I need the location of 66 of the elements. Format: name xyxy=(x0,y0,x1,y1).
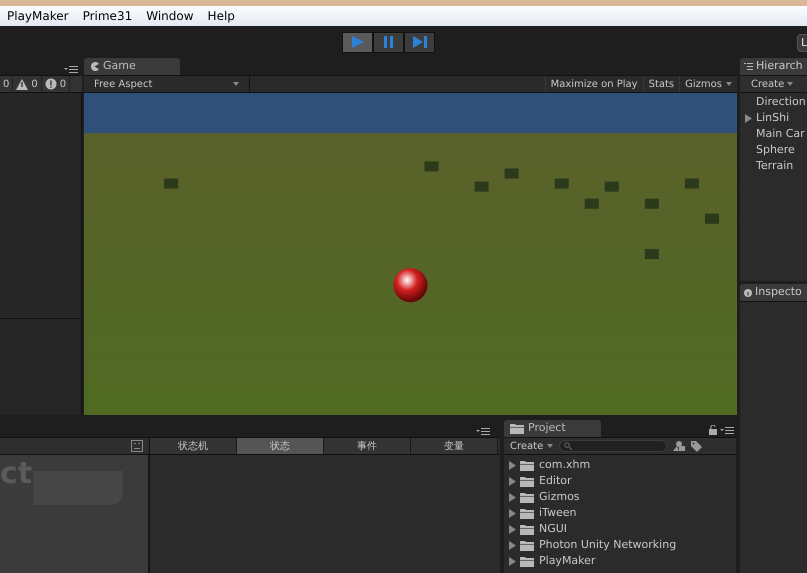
playmaker-tab[interactable]: 变量 xyxy=(411,438,498,454)
folder-icon xyxy=(520,460,534,470)
folder-item[interactable]: NGUI xyxy=(504,521,736,537)
folder-icon xyxy=(520,524,534,534)
caret-icon xyxy=(726,82,732,86)
menu-item[interactable]: Window xyxy=(139,7,201,25)
hierarchy-item[interactable]: Terrain xyxy=(740,158,807,174)
caret-icon xyxy=(787,82,794,86)
game-tab[interactable]: Game xyxy=(84,58,180,75)
hierarchy-item[interactable]: Direction xyxy=(740,94,807,110)
create-dropdown[interactable]: Create xyxy=(510,438,554,454)
playmaker-tab[interactable]: 事件 xyxy=(324,438,411,454)
inspector-tab[interactable]: Inspecto xyxy=(740,284,807,301)
folder-icon xyxy=(520,540,534,550)
game-toolbar-button[interactable]: Gizmos xyxy=(679,76,737,92)
hierarchy-item[interactable]: Main Car xyxy=(740,126,807,142)
folder-item[interactable]: iTween xyxy=(504,505,736,521)
menu-item[interactable]: PlayMaker xyxy=(0,7,76,25)
filter-by-type-icon[interactable] xyxy=(673,441,686,451)
count-toggle[interactable]: 0 xyxy=(42,76,70,92)
folder-icon xyxy=(520,508,534,518)
playmaker-tab[interactable]: 状态机 xyxy=(150,438,237,454)
folder-icon xyxy=(520,492,534,502)
caret-icon xyxy=(547,444,554,448)
tag-icon[interactable] xyxy=(691,440,702,452)
count-toggle[interactable]: 0 xyxy=(0,76,14,92)
playmaker-tab[interactable]: 状态 xyxy=(237,438,324,454)
folder-icon xyxy=(520,476,534,486)
hierarchy-tab[interactable]: Hierarch xyxy=(740,58,807,75)
game-toolbar-button[interactable]: Maximize on Play xyxy=(544,76,643,92)
folder-item[interactable]: com.xhm xyxy=(504,457,736,473)
warning-icon xyxy=(16,78,28,90)
pacman-icon xyxy=(90,62,99,71)
info-icon xyxy=(744,288,752,296)
menu-item[interactable]: Help xyxy=(200,7,242,25)
caret-icon xyxy=(233,82,239,86)
folder-item[interactable]: Photon Unity Networking xyxy=(504,537,736,553)
search-icon xyxy=(564,442,572,450)
project-tab[interactable]: Project xyxy=(504,420,601,437)
folder-item[interactable]: Gizmos xyxy=(504,489,736,505)
list-icon xyxy=(744,62,753,70)
lock-icon[interactable] xyxy=(709,425,717,435)
panel-menu-icon[interactable] xyxy=(720,426,734,434)
folder-icon xyxy=(510,423,524,434)
game-toolbar-button[interactable]: Stats xyxy=(642,76,680,92)
layers-button[interactable]: L xyxy=(797,34,807,52)
search-field[interactable] xyxy=(559,440,668,452)
aspect-dropdown[interactable]: Free Aspect xyxy=(84,76,250,92)
hierarchy-item[interactable]: Sphere xyxy=(740,142,807,158)
hierarchy-item[interactable]: LinShi xyxy=(740,110,807,126)
folder-item[interactable]: Editor xyxy=(504,473,736,489)
panel-menu-icon[interactable] xyxy=(64,65,78,73)
playback-button[interactable] xyxy=(404,32,435,52)
step-icon xyxy=(412,35,428,49)
expand-arrow-icon[interactable] xyxy=(745,114,753,122)
pause-icon xyxy=(382,35,394,49)
count-toggle[interactable]: 0 xyxy=(13,76,42,92)
play-icon xyxy=(350,35,364,49)
error-icon xyxy=(44,78,57,90)
playback-button[interactable] xyxy=(342,32,373,52)
panel-menu-icon[interactable] xyxy=(476,427,490,435)
playback-button[interactable] xyxy=(373,32,404,52)
menu-item[interactable]: Prime31 xyxy=(76,7,140,25)
folder-icon xyxy=(520,556,534,566)
collapse-icon[interactable] xyxy=(131,440,143,452)
folder-item[interactable]: PlayMaker xyxy=(504,553,736,569)
